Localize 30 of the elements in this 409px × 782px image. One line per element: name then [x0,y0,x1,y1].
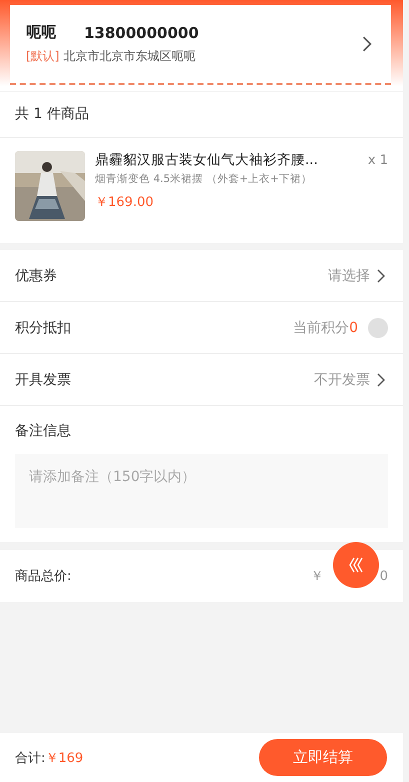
option-value: 当前积分 [293,318,350,336]
address-card[interactable]: 呃呃 13800000000 [默认] 北京市北京市东城区呃呃 [10,5,391,85]
product-price: ￥169.00 [95,194,154,211]
option-value: 请选择 [328,266,370,284]
total-price: ￥ [310,568,324,585]
option-value: 不开发票 [314,370,370,388]
product-title: 鼎霾貂汉服古装女仙气大袖衫齐腰... [95,151,319,169]
product-spec: 烟青渐变色 4.5米裙摆 （外套+上衣+下裙） [95,172,313,186]
float-button[interactable] [333,542,379,588]
total-price: 0 [380,568,388,584]
remark-field[interactable]: 请添加备注（150字以内） [15,454,388,528]
recipient-name: 呃呃 [26,23,57,42]
option-row[interactable]: 积分抵扣 当前积分0 [0,302,403,354]
total-label: 商品总价: [15,568,72,585]
phone-number: 13800000000 [84,24,199,42]
option-row[interactable]: 优惠券 请选择 [0,250,403,302]
sum-label: 合计: [15,750,46,766]
product-quantity: x 1 [368,152,388,170]
option-label: 开具发票 [15,370,72,388]
option-label: 积分抵扣 [15,318,72,336]
sum-amount: ￥169 [45,750,84,766]
address-text: 北京市北京市东城区呃呃 [63,48,196,65]
points-toggle[interactable] [368,318,388,338]
chevrons-left-icon [348,556,364,574]
default-tag: [默认] [26,48,60,65]
goods-count: 共 1 件商品 [0,92,403,138]
remark-label: 备注信息 [14,422,72,441]
points-value: 0 [349,320,358,336]
option-label: 优惠券 [15,266,58,284]
option-row[interactable]: 开具发票 不开发票 [0,354,403,406]
